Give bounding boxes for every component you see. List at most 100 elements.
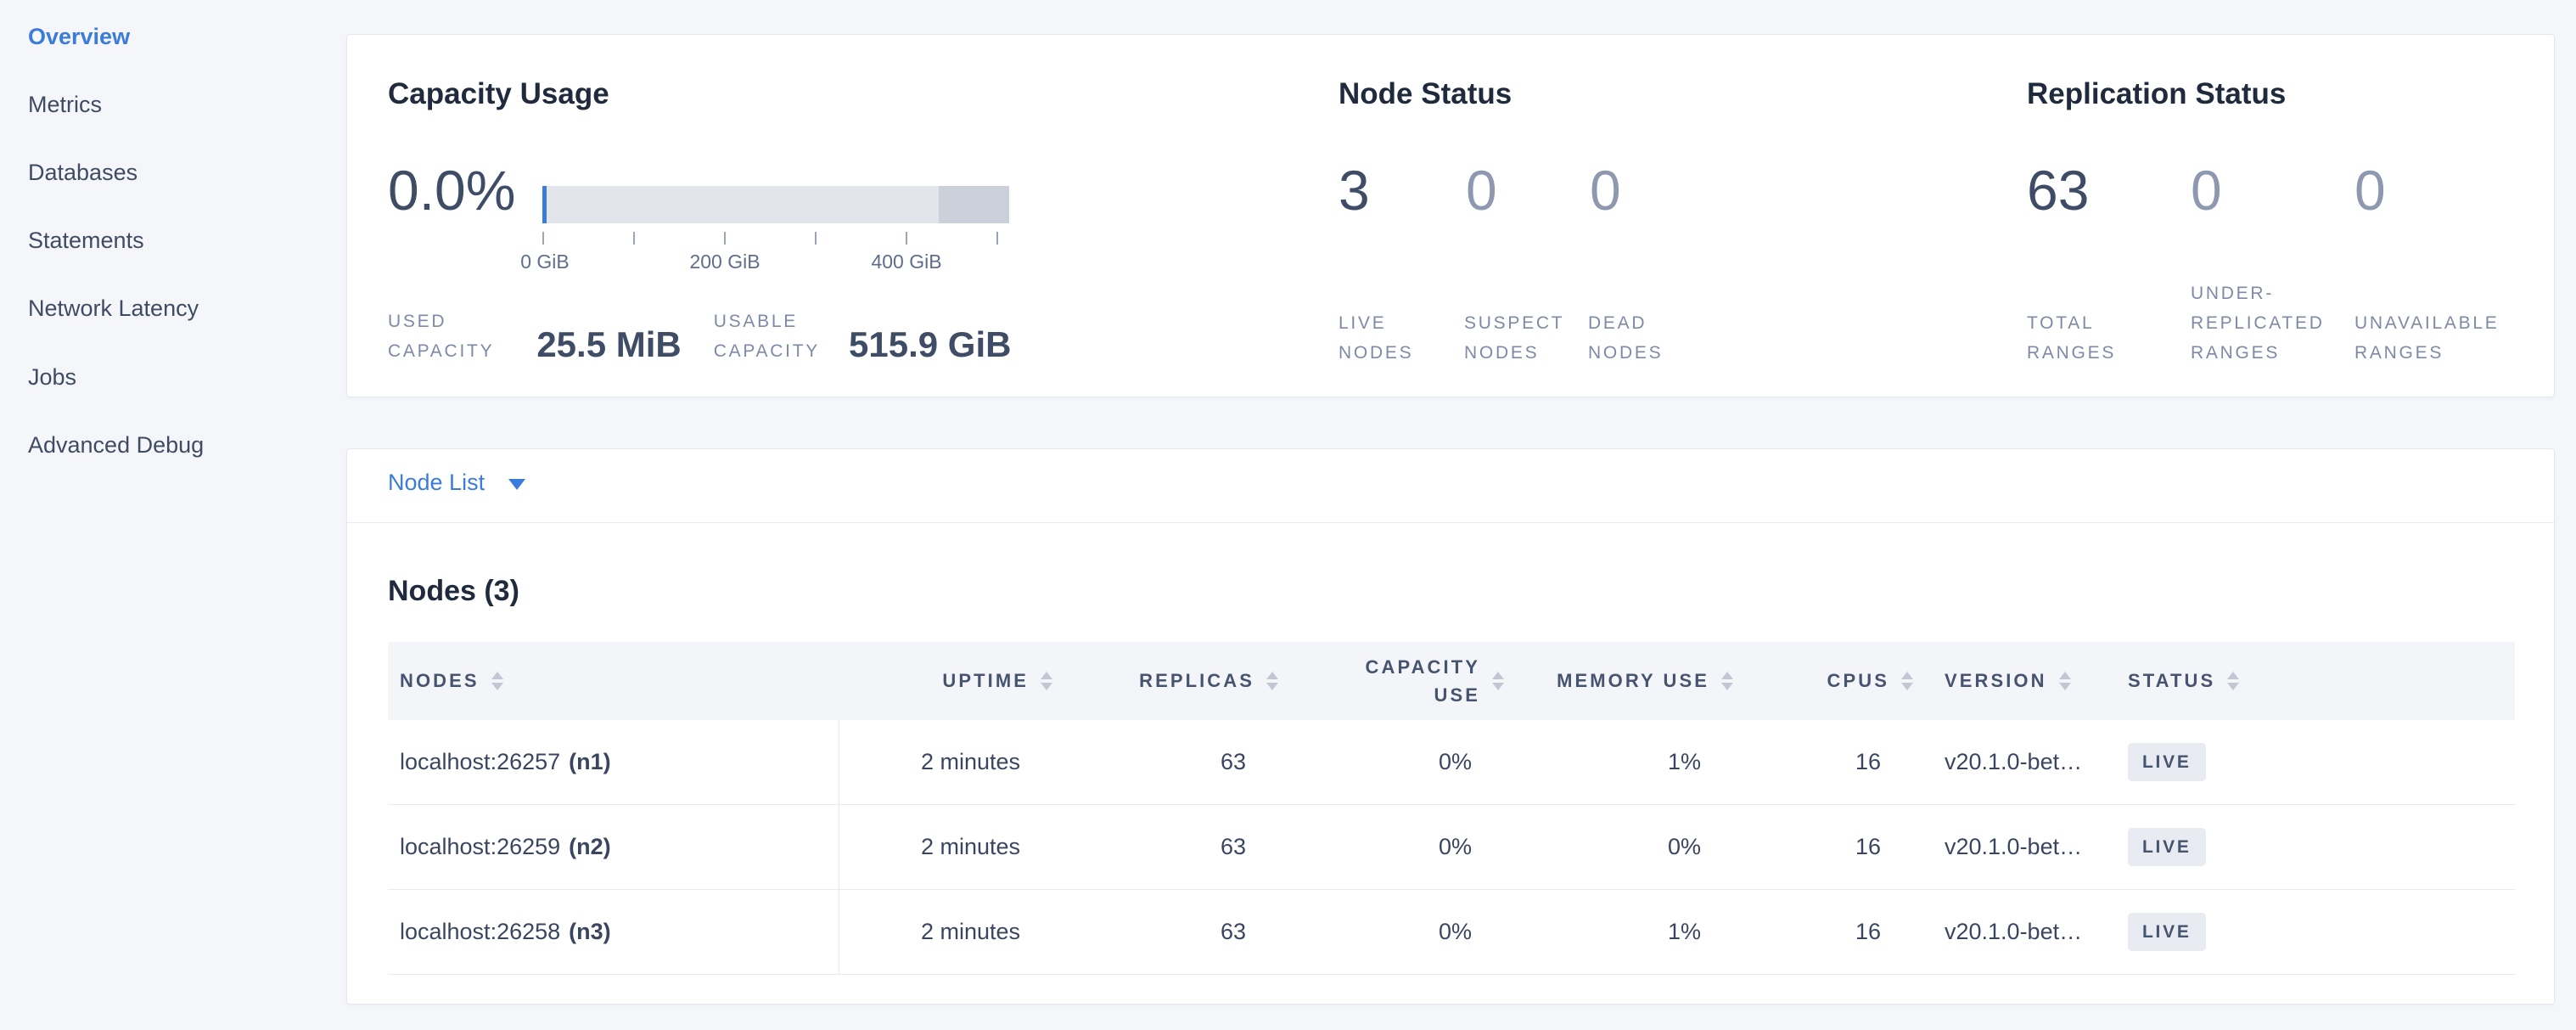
capacity-stats: USED CAPACITY 25.5 MiB USABLE CAPACITY 5…: [388, 307, 1011, 366]
sort-icon: [2227, 672, 2239, 690]
used-capacity-value: 25.5 MiB: [536, 327, 681, 363]
column-header-label: REPLICAS: [1139, 670, 1254, 692]
sidebar-item-statements[interactable]: Statements: [28, 226, 144, 255]
node-name: (n2): [569, 834, 611, 860]
nodes-heading: Nodes (3): [388, 575, 519, 608]
axis-tick: [906, 232, 907, 245]
cpus-cell: 16: [1855, 890, 1881, 974]
replication-status-title: Replication Status: [2027, 77, 2286, 111]
table-row[interactable]: localhost:26259 (n2) 2 minutes 63 0% 0% …: [388, 805, 2515, 890]
sidebar-item-metrics[interactable]: Metrics: [28, 90, 102, 119]
label-line: TOTAL: [2027, 308, 2116, 338]
nodes-table: NODES UPTIME REPLICAS CAPACITY USE MEMOR…: [388, 642, 2515, 975]
nodes-panel: Node List Nodes (3) NODES UPTIME REPLICA…: [346, 448, 2555, 1005]
column-header-replicas[interactable]: REPLICAS: [1139, 642, 1278, 720]
label-line: UNAVAILABLE: [2354, 308, 2499, 338]
node-address-cell[interactable]: localhost:26258 (n3): [400, 890, 611, 974]
column-header-label: NODES: [400, 670, 480, 692]
label-line: RANGES: [2354, 338, 2499, 368]
cluster-summary-panel: Capacity Usage 0.0% 0 GiB 200 GiB 400 Gi…: [346, 34, 2555, 397]
capacity-percent-value: 0.0%: [388, 162, 515, 218]
usable-capacity-label-line1: USABLE: [714, 307, 820, 336]
column-header-memory-use[interactable]: MEMORY USE: [1557, 642, 1733, 720]
table-row[interactable]: localhost:26258 (n3) 2 minutes 63 0% 1% …: [388, 890, 2515, 975]
cpus-cell: 16: [1855, 805, 1881, 889]
status-badge: LIVE: [2128, 743, 2206, 781]
suspect-nodes-count: 0: [1466, 162, 1497, 218]
replicas-cell: 63: [1221, 805, 1246, 889]
column-header-uptime[interactable]: UPTIME: [942, 642, 1052, 720]
sidebar-item-jobs[interactable]: Jobs: [28, 363, 76, 391]
memory-use-cell: 1%: [1668, 890, 1701, 974]
axis-label-400: 400 GiB: [871, 250, 941, 273]
usable-capacity-label-line2: CAPACITY: [714, 336, 820, 366]
unavailable-ranges-label: UNAVAILABLE RANGES: [2354, 308, 2499, 368]
nodes-table-header: NODES UPTIME REPLICAS CAPACITY USE MEMOR…: [388, 642, 2515, 720]
label-line: RANGES: [2027, 338, 2116, 368]
table-row[interactable]: localhost:26257 (n1) 2 minutes 63 0% 1% …: [388, 720, 2515, 805]
uptime-cell: 2 minutes: [921, 720, 1020, 804]
total-ranges-label: TOTAL RANGES: [2027, 308, 2116, 368]
capacity-use-cell: 0%: [1439, 720, 1472, 804]
sidebar-item-databases[interactable]: Databases: [28, 158, 137, 187]
capacity-usage-bar: [542, 186, 1009, 223]
version-cell: v20.1.0-bet…: [1945, 805, 2082, 889]
node-status-title: Node Status: [1339, 77, 1512, 111]
cpus-cell: 16: [1855, 720, 1881, 804]
replicas-cell: 63: [1221, 890, 1246, 974]
dead-nodes-count: 0: [1590, 162, 1621, 218]
column-header-label: MEMORY USE: [1557, 670, 1709, 692]
column-header-label: CPUS: [1827, 670, 1889, 692]
sort-icon: [1492, 672, 1504, 690]
axis-label-200: 200 GiB: [689, 250, 760, 273]
label-line: UNDER-: [2191, 279, 2325, 308]
axis-tick: [815, 232, 817, 245]
column-header-status[interactable]: STATUS: [2128, 642, 2239, 720]
sort-icon: [1266, 672, 1278, 690]
node-address: localhost:26258: [400, 919, 560, 945]
column-header-nodes[interactable]: NODES: [400, 642, 503, 720]
status-badge: LIVE: [2128, 828, 2206, 866]
capacity-usage-title: Capacity Usage: [388, 77, 609, 111]
capacity-used-marker: [542, 186, 547, 223]
node-address-cell[interactable]: localhost:26257 (n1): [400, 720, 611, 804]
sort-icon: [1901, 672, 1913, 690]
capacity-use-cell: 0%: [1439, 890, 1472, 974]
sidebar-item-advanced-debug[interactable]: Advanced Debug: [28, 431, 204, 459]
axis-tick: [542, 232, 544, 245]
column-header-cpus[interactable]: CPUS: [1827, 642, 1913, 720]
node-name: (n1): [569, 749, 611, 775]
usable-capacity-label: USABLE CAPACITY: [714, 307, 820, 366]
column-header-version[interactable]: VERSION: [1945, 642, 2071, 720]
replicas-cell: 63: [1221, 720, 1246, 804]
column-header-label: VERSION: [1945, 670, 2047, 692]
label-line: RANGES: [2191, 338, 2325, 368]
memory-use-cell: 1%: [1668, 720, 1701, 804]
label-line: SUSPECT: [1464, 308, 1564, 338]
under-replicated-ranges-label: UNDER- REPLICATED RANGES: [2191, 279, 2325, 368]
version-cell: v20.1.0-bet…: [1945, 720, 2082, 804]
label-line: LIVE: [1339, 308, 1413, 338]
node-name: (n3): [569, 919, 611, 945]
node-address: localhost:26257: [400, 749, 560, 775]
node-list-dropdown[interactable]: Node List: [388, 470, 525, 496]
label-line: REPLICATED: [2191, 308, 2325, 338]
capacity-reserved-segment: [939, 186, 1009, 223]
label-line: NODES: [1464, 338, 1564, 368]
sidebar-item-overview[interactable]: Overview: [28, 22, 130, 51]
under-replicated-ranges-count: 0: [2191, 162, 2222, 218]
uptime-cell: 2 minutes: [921, 890, 1020, 974]
column-header-capacity-use[interactable]: CAPACITY USE: [1366, 642, 1504, 720]
sort-icon: [1041, 672, 1052, 690]
column-header-label: CAPACITY USE: [1366, 653, 1480, 709]
unavailable-ranges-count: 0: [2354, 162, 2386, 218]
label-line: DEAD: [1588, 308, 1663, 338]
total-ranges-count: 63: [2027, 162, 2089, 218]
live-nodes-count: 3: [1339, 162, 1370, 218]
axis-label-0: 0 GiB: [520, 250, 570, 273]
status-cell: LIVE: [2128, 720, 2206, 804]
node-address-cell[interactable]: localhost:26259 (n2): [400, 805, 611, 889]
sidebar-item-network-latency[interactable]: Network Latency: [28, 294, 199, 323]
used-capacity-label-line1: USED: [388, 307, 494, 336]
label-line: NODES: [1588, 338, 1663, 368]
